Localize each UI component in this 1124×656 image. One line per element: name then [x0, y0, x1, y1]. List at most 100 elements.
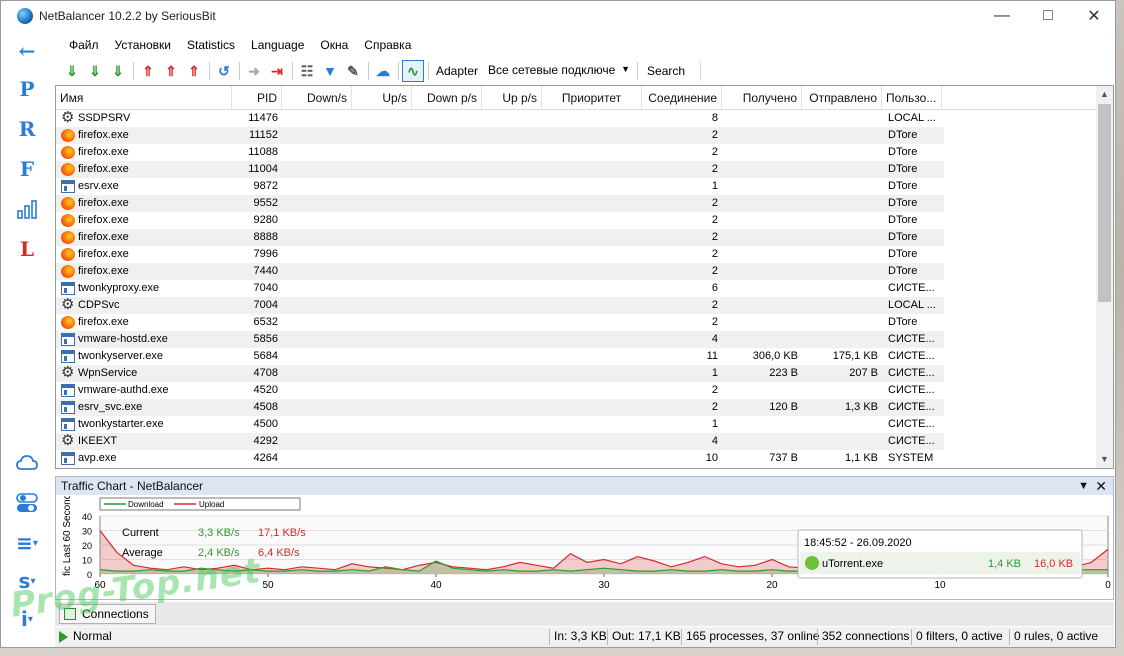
- process-sent: [804, 297, 878, 314]
- process-name: vmware-hostd.exe: [78, 333, 168, 345]
- traffic-chart-toggle-icon[interactable]: ∿: [402, 60, 424, 82]
- close-button[interactable]: ✕: [1071, 1, 1117, 31]
- table-row[interactable]: firefox.exe 6532 2 DTore: [56, 314, 944, 331]
- toolbar-separator: [428, 62, 429, 80]
- column-header-connections[interactable]: Соединение: [642, 86, 722, 110]
- table-row[interactable]: firefox.exe 8888 2 DTore: [56, 229, 944, 246]
- process-sent: 207 B: [849, 367, 878, 379]
- process-received: [724, 178, 798, 195]
- table-row[interactable]: vmware-authd.exe 4520 2 СИСТЕ...: [56, 382, 944, 399]
- column-header-received[interactable]: Получено: [722, 86, 802, 110]
- menu-statistics[interactable]: Statistics: [179, 35, 243, 57]
- table-row[interactable]: firefox.exe 11152 2 DTore: [56, 127, 944, 144]
- menu-windows[interactable]: Окна: [312, 35, 356, 57]
- table-row[interactable]: twonkyserver.exe 5684 11 306,0 KB 175,1 KB СИ…: [56, 348, 944, 365]
- sidebar-log-button[interactable]: L: [13, 235, 41, 263]
- process-pid: 8888: [253, 231, 278, 243]
- table-row[interactable]: firefox.exe 7440 2 DTore: [56, 263, 944, 280]
- process-pid: 4508: [253, 401, 278, 413]
- table-row[interactable]: esrv.exe 9872 1 DTore: [56, 178, 944, 195]
- process-user: DTore: [888, 129, 918, 141]
- menu-file[interactable]: Файл: [61, 35, 107, 57]
- column-header-user[interactable]: Пользо...: [882, 86, 942, 110]
- priority-normal-download-button[interactable]: ⇓: [84, 60, 106, 82]
- maximize-button[interactable]: □: [1025, 1, 1071, 31]
- minimize-button[interactable]: —: [979, 1, 1025, 31]
- process-sent: [804, 212, 878, 229]
- sidebar-toggle-button[interactable]: [13, 489, 41, 517]
- pin-icon[interactable]: ▼: [1078, 477, 1089, 495]
- process-received: 120 B: [769, 401, 798, 413]
- forward-arrow-icon[interactable]: ➜: [243, 60, 265, 82]
- column-header-sent[interactable]: Отправлено: [802, 86, 882, 110]
- priority-low-download-button[interactable]: ⇓: [61, 60, 83, 82]
- search-input[interactable]: [701, 61, 881, 81]
- column-header-name[interactable]: Имя: [56, 86, 232, 110]
- priority-high-upload-button[interactable]: ⇑: [183, 60, 205, 82]
- firefox-icon: [61, 146, 75, 159]
- menu-bar: Файл Установки Statistics Language Окна …: [61, 35, 419, 57]
- scrollbar-thumb[interactable]: [1098, 104, 1111, 302]
- process-name: esrv.exe: [78, 180, 119, 192]
- menu-settings[interactable]: Установки: [107, 35, 179, 57]
- table-row[interactable]: firefox.exe 11004 2 DTore: [56, 161, 944, 178]
- reset-icon[interactable]: ↺: [213, 60, 235, 82]
- table-row[interactable]: twonkystarter.exe 4500 1 СИСТЕ...: [56, 416, 944, 433]
- table-row[interactable]: firefox.exe 9280 2 DTore: [56, 212, 944, 229]
- column-header-up-ps[interactable]: Up p/s: [482, 86, 542, 110]
- table-row[interactable]: ⚙ WpnService 4708 1 223 B 207 B СИСТЕ...: [56, 365, 944, 382]
- table-row[interactable]: twonkyproxy.exe 7040 6 СИСТЕ...: [56, 280, 944, 297]
- process-user: СИСТЕ...: [888, 384, 935, 396]
- process-received: 306,0 KB: [752, 350, 798, 362]
- sidebar-back-button[interactable]: ←: [13, 37, 41, 65]
- chart-x-tick-label: 20: [766, 580, 778, 591]
- table-row[interactable]: firefox.exe 7996 2 DTore: [56, 246, 944, 263]
- sidebar-rules-button[interactable]: R: [13, 115, 41, 143]
- scroll-down-icon[interactable]: ▼: [1096, 451, 1113, 468]
- columns-icon[interactable]: ☷: [296, 60, 318, 82]
- table-row[interactable]: ⚙ SSDPSRV 11476 8 LOCAL ...: [56, 110, 944, 127]
- status-mode[interactable]: Normal: [73, 629, 112, 643]
- process-user: DTore: [888, 197, 918, 209]
- edit-rules-icon[interactable]: ✎: [342, 60, 364, 82]
- sidebar-statistics-button[interactable]: [13, 195, 41, 223]
- tab-connections[interactable]: Connections: [59, 604, 156, 624]
- sidebar-priorities-button[interactable]: P: [13, 75, 41, 103]
- sidebar-info-button[interactable]: i ▾: [13, 605, 41, 633]
- table-row[interactable]: ⚙ IKEEXT 4292 4 СИСТЕ...: [56, 433, 944, 450]
- firefox-icon: [61, 214, 75, 227]
- sidebar-cloud-button[interactable]: [13, 449, 41, 477]
- column-header-pid[interactable]: PID: [232, 86, 282, 110]
- table-row[interactable]: avp.exe 4264 10 737 B 1,1 KB SYSTEM: [56, 450, 944, 467]
- filter-icon[interactable]: ▼: [319, 60, 341, 82]
- sidebar-menu-button[interactable]: ≡ ▾: [13, 529, 41, 557]
- priority-low-upload-button[interactable]: ⇑: [137, 60, 159, 82]
- process-connections: 2: [711, 129, 718, 141]
- firefox-icon: [61, 231, 75, 244]
- table-row[interactable]: vmware-hostd.exe 5856 4 СИСТЕ...: [56, 331, 944, 348]
- menu-language[interactable]: Language: [243, 35, 312, 57]
- vertical-scrollbar[interactable]: ▲ ▼: [1096, 86, 1113, 468]
- cloud-sync-icon[interactable]: ☁: [372, 60, 394, 82]
- column-header-down-s[interactable]: Down/s: [282, 86, 352, 110]
- end-arrow-icon[interactable]: ⇥: [266, 60, 288, 82]
- table-row[interactable]: ⚙ CDPSvc 7004 2 LOCAL ...: [56, 297, 944, 314]
- table-row[interactable]: firefox.exe 9552 2 DTore: [56, 195, 944, 212]
- table-row[interactable]: firefox.exe 11088 2 DTore: [56, 144, 944, 161]
- process-name: firefox.exe: [78, 265, 129, 277]
- sidebar-filters-button[interactable]: F: [13, 155, 41, 183]
- column-header-priority[interactable]: Приоритет: [542, 86, 642, 110]
- priority-high-download-button[interactable]: ⇓: [107, 60, 129, 82]
- priority-normal-upload-button[interactable]: ⇑: [160, 60, 182, 82]
- adapter-select[interactable]: Все сетевые подключе ▼: [484, 61, 634, 81]
- menu-help[interactable]: Справка: [356, 35, 419, 57]
- table-row[interactable]: esrv_svc.exe 4508 2 120 B 1,3 KB СИСТЕ...: [56, 399, 944, 416]
- scroll-up-icon[interactable]: ▲: [1096, 86, 1113, 103]
- column-header-down-ps[interactable]: Down p/s: [412, 86, 482, 110]
- process-sent: [804, 110, 878, 127]
- chart-close-icon[interactable]: ✕: [1095, 477, 1107, 495]
- current-label: Current: [122, 527, 159, 539]
- sidebar-s-menu-button[interactable]: s ▾: [13, 567, 41, 595]
- column-header-up-s[interactable]: Up/s: [352, 86, 412, 110]
- info-icon: i: [21, 607, 28, 631]
